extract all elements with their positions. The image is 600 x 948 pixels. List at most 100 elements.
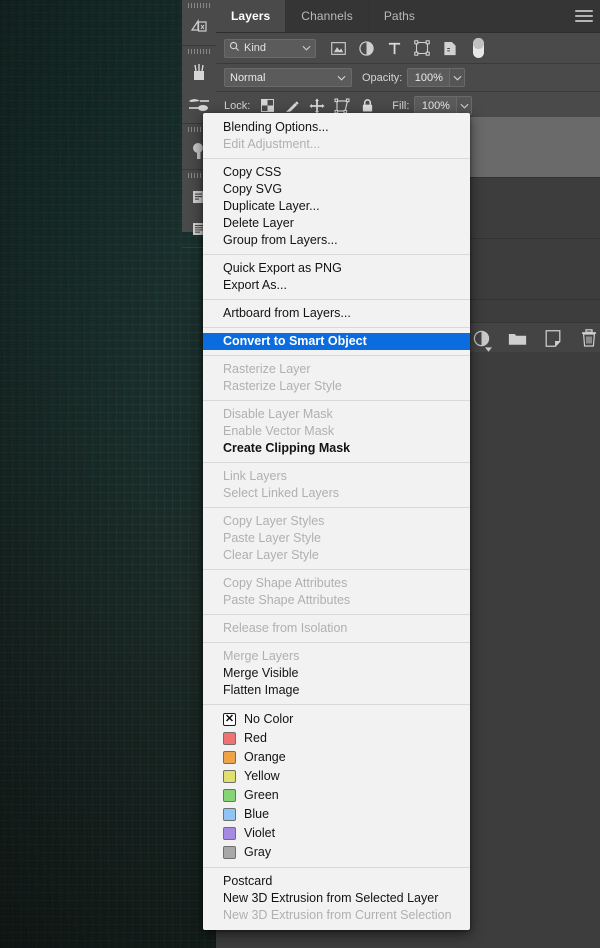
menu-item-violet[interactable]: Violet	[203, 824, 470, 843]
menu-item-select-linked-layers: Select Linked Layers	[223, 486, 340, 500]
menu-item-merge-visible[interactable]: Merge Visible	[203, 665, 470, 682]
color-swatch-blue-icon	[223, 808, 236, 821]
menu-item-yellow[interactable]: Yellow	[203, 767, 470, 786]
menu-item-label: No Color	[244, 712, 294, 726]
filter-kind-select[interactable]: Kind	[224, 38, 316, 58]
menu-separator	[203, 299, 470, 300]
menu-item-copy-shape-attributes: Copy Shape Attributes	[223, 576, 348, 590]
menu-item-enable-vector-mask: Enable Vector Mask	[223, 424, 335, 438]
menu-item-no-color[interactable]: ✕ No Color	[203, 710, 470, 729]
menu-item-link-layers: Link Layers	[223, 469, 287, 483]
menu-item-disable-layer-mask: Disable Layer Mask	[223, 407, 333, 421]
layer-filter-bar: Kind	[216, 33, 600, 64]
color-swatch-green-icon	[223, 789, 236, 802]
menu-item-green[interactable]: Green	[203, 786, 470, 805]
color-swatch-yellow-icon	[223, 770, 236, 783]
color-swatch-red-icon	[223, 732, 236, 745]
menu-item-clear-layer-style: Clear Layer Style	[223, 548, 319, 562]
smart-object-filter-icon[interactable]	[436, 37, 464, 59]
menu-item-artboard-from-layers[interactable]: Artboard from Layers...	[203, 305, 470, 322]
filter-toggle-switch-icon[interactable]	[464, 37, 492, 59]
chevron-down-icon	[302, 42, 311, 54]
menu-item-create-clipping-mask[interactable]: Create Clipping Mask	[203, 440, 470, 457]
menu-item-export-as[interactable]: Export As...	[203, 277, 470, 294]
menu-item-blending-options[interactable]: Blending Options...	[203, 119, 470, 136]
menu-item-copy-svg[interactable]: Copy SVG	[203, 181, 470, 198]
menu-item-flatten-image[interactable]: Flatten Image	[203, 682, 470, 699]
color-swatch-gray-icon	[223, 846, 236, 859]
filter-kind-value: Kind	[244, 42, 267, 54]
menu-item-group-from-layers[interactable]: Group from Layers...	[203, 232, 470, 249]
hamburger-icon[interactable]	[574, 9, 594, 23]
brushes-panel-icon[interactable]	[182, 57, 216, 89]
tab-paths[interactable]: Paths	[368, 0, 431, 32]
type-layer-filter-icon[interactable]	[380, 37, 408, 59]
menu-item-red[interactable]: Red	[203, 729, 470, 748]
blend-mode-bar: Normal Opacity: 100%	[216, 64, 600, 92]
menu-item-paste-shape-attributes: Paste Shape Attributes	[223, 593, 351, 607]
panel-tabbar: Layers Channels Paths	[216, 0, 600, 33]
pixel-layer-filter-icon[interactable]	[324, 37, 352, 59]
photoshop-window: Layers Channels Paths Kind Normal Opacit…	[0, 0, 600, 948]
menu-separator	[203, 355, 470, 356]
opacity-value: 100%	[414, 71, 443, 84]
delete-layer-icon[interactable]	[578, 327, 600, 349]
menu-item-label: Red	[244, 731, 267, 745]
menu-separator	[203, 569, 470, 570]
menu-item-orange[interactable]: Orange	[203, 748, 470, 767]
menu-item-label: Orange	[244, 750, 286, 764]
menu-separator	[203, 507, 470, 508]
adjustments-panel-icon[interactable]	[182, 11, 216, 43]
shape-layer-filter-icon[interactable]	[408, 37, 436, 59]
dock-group-adjustments	[182, 0, 216, 46]
new-layer-icon[interactable]	[542, 327, 564, 349]
opacity-stepper[interactable]	[449, 68, 466, 87]
menu-item-new-3d-extrusion-from-selected-layer[interactable]: New 3D Extrusion from Selected Layer	[203, 890, 470, 907]
menu-item-release-from-isolation: Release from Isolation	[223, 621, 348, 635]
lock-label: Lock:	[224, 99, 251, 112]
menu-item-edit-adjustment: Edit Adjustment...	[223, 137, 321, 151]
menu-separator	[203, 867, 470, 868]
adjustment-layer-filter-icon[interactable]	[352, 37, 380, 59]
menu-item-paste-layer-style: Paste Layer Style	[223, 531, 321, 545]
menu-separator	[203, 642, 470, 643]
filter-type-buttons	[324, 37, 492, 59]
new-group-icon[interactable]	[506, 327, 528, 349]
menu-item-label: Green	[244, 788, 279, 802]
menu-separator	[203, 327, 470, 328]
menu-item-merge-layers: Merge Layers	[223, 649, 300, 663]
tab-channels[interactable]: Channels	[286, 0, 369, 32]
menu-separator	[203, 254, 470, 255]
tab-paths-label: Paths	[383, 9, 415, 23]
menu-item-new-3d-extrusion-from-current-selection: New 3D Extrusion from Current Selection	[223, 908, 452, 922]
opacity-input[interactable]: 100%	[407, 68, 450, 87]
menu-separator	[203, 400, 470, 401]
menu-separator	[203, 614, 470, 615]
tab-layers-label: Layers	[231, 9, 271, 23]
menu-item-delete-layer[interactable]: Delete Layer	[203, 215, 470, 232]
menu-item-convert-to-smart-object[interactable]: Convert to Smart Object	[203, 333, 470, 350]
menu-separator	[203, 462, 470, 463]
dock-grip[interactable]	[182, 46, 216, 57]
dock-grip[interactable]	[182, 0, 216, 11]
menu-item-gray[interactable]: Gray	[203, 843, 470, 862]
fill-value: 100%	[421, 99, 450, 112]
menu-item-duplicate-layer[interactable]: Duplicate Layer...	[203, 198, 470, 215]
menu-item-copy-css[interactable]: Copy CSS	[203, 164, 470, 181]
search-icon	[229, 41, 240, 55]
menu-item-label: Yellow	[244, 769, 280, 783]
blend-mode-select[interactable]: Normal	[224, 68, 352, 87]
tab-channels-label: Channels	[301, 9, 353, 23]
menu-item-copy-layer-styles: Copy Layer Styles	[223, 514, 325, 528]
menu-item-blue[interactable]: Blue	[203, 805, 470, 824]
menu-separator	[203, 704, 470, 705]
color-swatch-violet-icon	[223, 827, 236, 840]
menu-separator	[203, 158, 470, 159]
menu-item-postcard[interactable]: Postcard	[203, 873, 470, 890]
color-swatch-orange-icon	[223, 751, 236, 764]
menu-item-quick-export-as-png[interactable]: Quick Export as PNG	[203, 260, 470, 277]
add-layer-style-icon[interactable]	[470, 327, 492, 352]
tab-layers[interactable]: Layers	[216, 0, 287, 32]
layer-context-menu[interactable]: Blending Options... Edit Adjustment... Cop…	[203, 113, 470, 930]
menu-item-rasterize-layer-style: Rasterize Layer Style	[223, 379, 342, 393]
